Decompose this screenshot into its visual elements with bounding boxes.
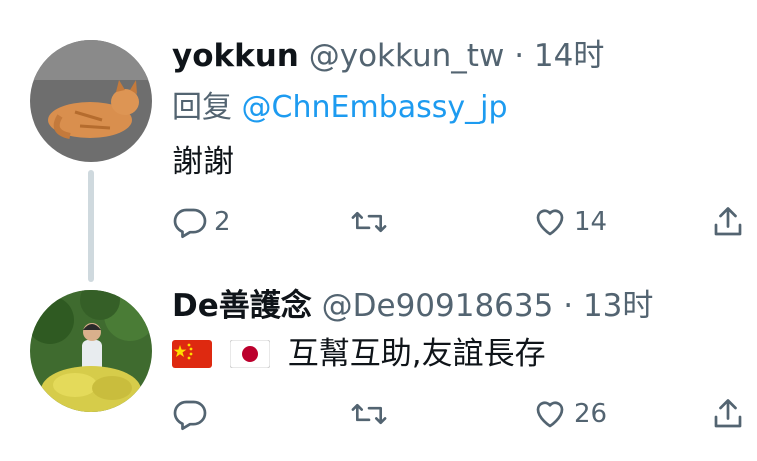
timestamp[interactable]: 14时 <box>534 38 604 74</box>
share-icon <box>710 204 746 240</box>
tweet-actions: 26 <box>172 394 752 434</box>
tweet-header: De善護念 @De90918635 · 13时 <box>172 286 653 326</box>
tweet-text: 謝謝 <box>172 144 234 180</box>
tweet-yokkun[interactable]: yokkun @yokkun_tw · 14时 回复 @ChnEmbassy_j… <box>0 0 757 282</box>
tweet-header: yokkun @yokkun_tw · 14时 <box>172 36 604 76</box>
like-count: 14 <box>574 207 608 237</box>
reply-icon <box>172 396 208 432</box>
display-name[interactable]: yokkun <box>172 38 299 74</box>
japan-flag-icon <box>229 338 271 378</box>
tweet-text: 互幫互助,友誼長存 <box>287 336 546 372</box>
separator-dot: · <box>514 38 525 74</box>
china-flag-icon <box>172 338 212 378</box>
like-count: 26 <box>574 399 608 429</box>
share-icon <box>710 396 746 432</box>
retweet-icon <box>350 204 388 240</box>
retweet-button[interactable] <box>350 202 394 242</box>
display-name[interactable]: De善護念 <box>172 288 312 324</box>
heart-icon <box>532 396 568 432</box>
reply-count: 2 <box>214 207 231 237</box>
tweet-de-shanhunian[interactable]: De善護念 @De90918635 · 13时 互幫互助,友誼長存 26 <box>0 270 757 461</box>
reply-mention-link[interactable]: @ChnEmbassy_jp <box>242 90 508 125</box>
like-button[interactable]: 26 <box>532 394 607 434</box>
reply-icon <box>172 204 208 240</box>
share-button[interactable] <box>710 394 746 434</box>
reply-prefix: 回复 <box>172 90 232 125</box>
timestamp[interactable]: 13时 <box>583 288 653 324</box>
like-button[interactable]: 14 <box>532 202 607 242</box>
heart-icon <box>532 204 568 240</box>
tweet-text-row: 互幫互助,友誼長存 <box>172 334 546 378</box>
replying-to: 回复 @ChnEmbassy_jp <box>172 88 508 128</box>
reply-button[interactable] <box>172 394 214 434</box>
avatar-person[interactable] <box>30 290 152 412</box>
tweet-actions: 2 14 <box>172 202 752 242</box>
retweet-button[interactable] <box>350 394 394 434</box>
reply-button[interactable]: 2 <box>172 202 231 242</box>
separator-dot: · <box>563 288 574 324</box>
thread-line <box>88 170 94 282</box>
user-handle[interactable]: @De90918635 <box>322 288 554 324</box>
share-button[interactable] <box>710 202 746 242</box>
avatar-cat[interactable] <box>30 40 152 162</box>
user-handle[interactable]: @yokkun_tw <box>309 38 505 74</box>
retweet-icon <box>350 396 388 432</box>
